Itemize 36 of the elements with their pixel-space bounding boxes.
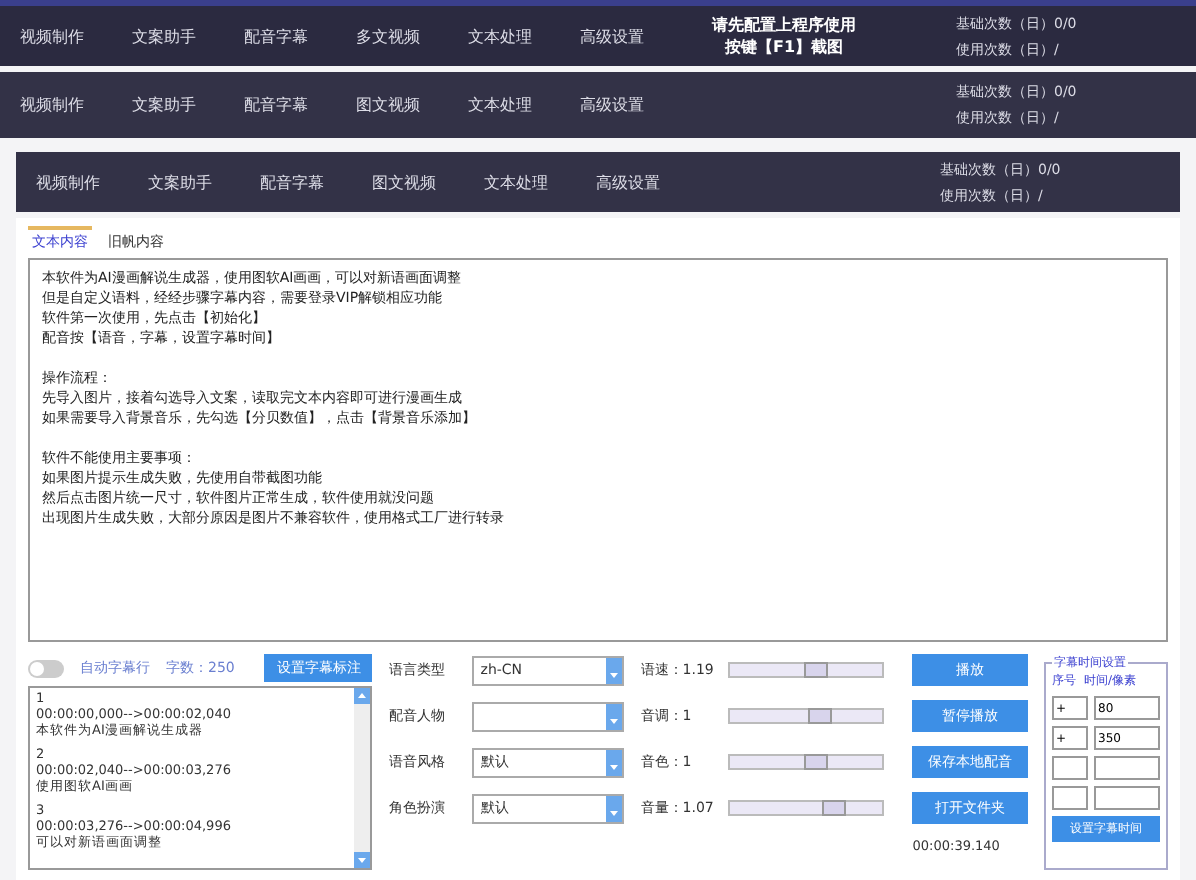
nav-item[interactable]: 文案助手 — [132, 25, 196, 47]
nav-item[interactable]: 高级设置 — [580, 25, 644, 47]
slider-thumb[interactable] — [803, 662, 828, 678]
index-field[interactable] — [1052, 786, 1088, 810]
nav-item[interactable]: 视频制作 — [20, 94, 84, 116]
nav-item[interactable]: 图文视频 — [356, 94, 420, 116]
slider[interactable] — [728, 662, 885, 678]
scroll-down-icon — [354, 852, 371, 868]
nav-item[interactable]: 配音字幕 — [260, 171, 324, 193]
nav-item[interactable]: 文案助手 — [148, 171, 212, 193]
time-field[interactable] — [1094, 756, 1160, 780]
index-field[interactable] — [1052, 756, 1088, 780]
nav-item[interactable]: 视频制作 — [36, 171, 100, 193]
nav-item[interactable]: 多文视频 — [356, 25, 420, 47]
nav-item[interactable]: 文本处理 — [484, 171, 548, 193]
toggle-switch[interactable] — [28, 659, 64, 677]
notice-text: 请先配置上程序使用 — [712, 14, 856, 36]
scroll-up-icon[interactable] — [354, 688, 371, 704]
nav-item[interactable]: 配音字幕 — [244, 94, 308, 116]
slider-thumb[interactable] — [822, 800, 847, 816]
nav-item[interactable]: 高级设置 — [580, 94, 644, 116]
nav-item[interactable]: 高级设置 — [596, 171, 660, 193]
nav-item[interactable]: 图文视频 — [372, 171, 436, 193]
slider-thumb[interactable] — [803, 754, 828, 770]
slider[interactable] — [728, 754, 885, 770]
nav-item[interactable]: 配音字幕 — [244, 25, 308, 47]
dropdown[interactable] — [472, 701, 625, 731]
notice-text: 按键【F1】截图 — [724, 36, 844, 58]
time-field[interactable] — [1094, 786, 1160, 810]
nav-item[interactable]: 视频制作 — [20, 25, 84, 47]
nav-item[interactable]: 文案助手 — [132, 94, 196, 116]
nav-item[interactable]: 文本处理 — [468, 25, 532, 47]
slider-thumb[interactable] — [807, 708, 832, 724]
slider[interactable] — [728, 800, 885, 816]
nav-item[interactable]: 文本处理 — [468, 94, 532, 116]
slider[interactable] — [728, 708, 885, 724]
